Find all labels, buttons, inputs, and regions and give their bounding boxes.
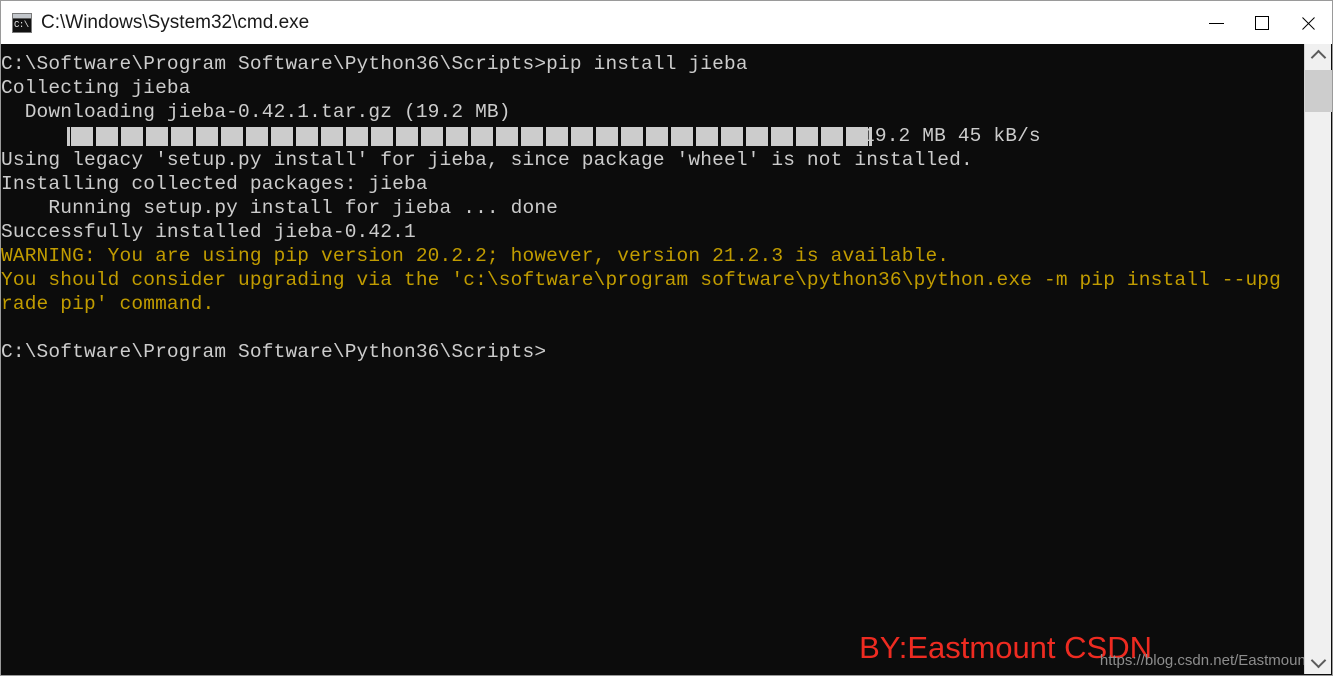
cmd-window: C:\ C:\Windows\System32\cmd.exe C:\Softw… xyxy=(0,0,1333,676)
progress-bar-left-edge xyxy=(67,127,70,146)
console-line: Using legacy 'setup.py install' for jieb… xyxy=(1,149,973,171)
console-line: C:\Software\Program Software\Python36\Sc… xyxy=(1,53,748,75)
progress-bar-block xyxy=(121,127,143,146)
progress-bar-block xyxy=(396,127,418,146)
scroll-up-button[interactable] xyxy=(1305,44,1332,68)
progress-bar-block xyxy=(421,127,443,146)
console-line: Downloading jieba-0.42.1.tar.gz (19.2 MB… xyxy=(1,101,511,123)
progress-bar-block xyxy=(296,127,318,146)
progress-bar-block xyxy=(771,127,793,146)
progress-bar-block xyxy=(221,127,243,146)
progress-bar-block xyxy=(446,127,468,146)
progress-bar-block xyxy=(646,127,668,146)
console-text: C:\Software\Program Software\Python36\Sc… xyxy=(1,52,1321,364)
progress-bar-block xyxy=(96,127,118,146)
progress-bar-block xyxy=(346,127,368,146)
maximize-icon xyxy=(1255,16,1269,30)
console-line: Collecting jieba xyxy=(1,77,191,99)
console-line: Installing collected packages: jieba xyxy=(1,173,428,195)
progress-bar-block xyxy=(71,127,93,146)
progress-bar-block xyxy=(596,127,618,146)
progress-bar-block xyxy=(171,127,193,146)
close-button[interactable] xyxy=(1285,2,1331,44)
progress-bar-track xyxy=(67,127,872,146)
progress-bar-block xyxy=(496,127,518,146)
progress-bar-block xyxy=(696,127,718,146)
console-line-warning: WARNING: You are using pip version 20.2.… xyxy=(1,245,950,267)
window-controls xyxy=(1193,2,1331,44)
progress-bar-block xyxy=(146,127,168,146)
cmd-icon: C:\ xyxy=(12,12,32,33)
progress-bar-fill xyxy=(71,127,868,146)
progress-bar-block xyxy=(271,127,293,146)
progress-bar-block xyxy=(371,127,393,146)
window-title: C:\Windows\System32\cmd.exe xyxy=(41,11,310,33)
progress-bar-block xyxy=(471,127,493,146)
download-progress-bar: 19.2 MB 45 kB/s xyxy=(1,124,1321,148)
maximize-button[interactable] xyxy=(1239,2,1285,44)
chevron-up-icon xyxy=(1310,49,1327,66)
progress-bar-block xyxy=(621,127,643,146)
progress-bar-block xyxy=(721,127,743,146)
minimize-icon xyxy=(1208,22,1224,24)
progress-bar-label: 19.2 MB 45 kB/s xyxy=(863,125,1041,147)
scroll-down-button[interactable] xyxy=(1305,650,1332,674)
progress-bar-block xyxy=(571,127,593,146)
console-line-warning: You should consider upgrading via the 'c… xyxy=(1,269,1282,291)
progress-bar-block xyxy=(246,127,268,146)
console-line: Running setup.py install for jieba ... d… xyxy=(1,197,559,219)
scrollbar-thumb[interactable] xyxy=(1305,70,1332,112)
progress-bar-block xyxy=(746,127,768,146)
title-bar[interactable]: C:\ C:\Windows\System32\cmd.exe xyxy=(0,0,1333,44)
progress-bar-block xyxy=(521,127,543,146)
progress-bar-block xyxy=(821,127,843,146)
minimize-button[interactable] xyxy=(1193,2,1239,44)
console-line: C:\Software\Program Software\Python36\Sc… xyxy=(1,341,547,363)
progress-bar-block xyxy=(671,127,693,146)
console-output-area[interactable]: C:\Software\Program Software\Python36\Sc… xyxy=(0,44,1333,676)
vertical-scrollbar[interactable] xyxy=(1304,44,1332,674)
chevron-down-icon xyxy=(1310,652,1327,669)
progress-bar-block xyxy=(546,127,568,146)
console-line-warning: rade pip' command. xyxy=(1,293,215,315)
close-icon xyxy=(1300,15,1317,32)
cmd-icon-prompt: C:\ xyxy=(13,18,31,32)
progress-bar-block xyxy=(796,127,818,146)
progress-bar-block xyxy=(321,127,343,146)
watermark-url: https://blog.csdn.net/Eastmount xyxy=(1099,652,1310,669)
progress-bar-block xyxy=(196,127,218,146)
console-line: Successfully installed jieba-0.42.1 xyxy=(1,221,416,243)
